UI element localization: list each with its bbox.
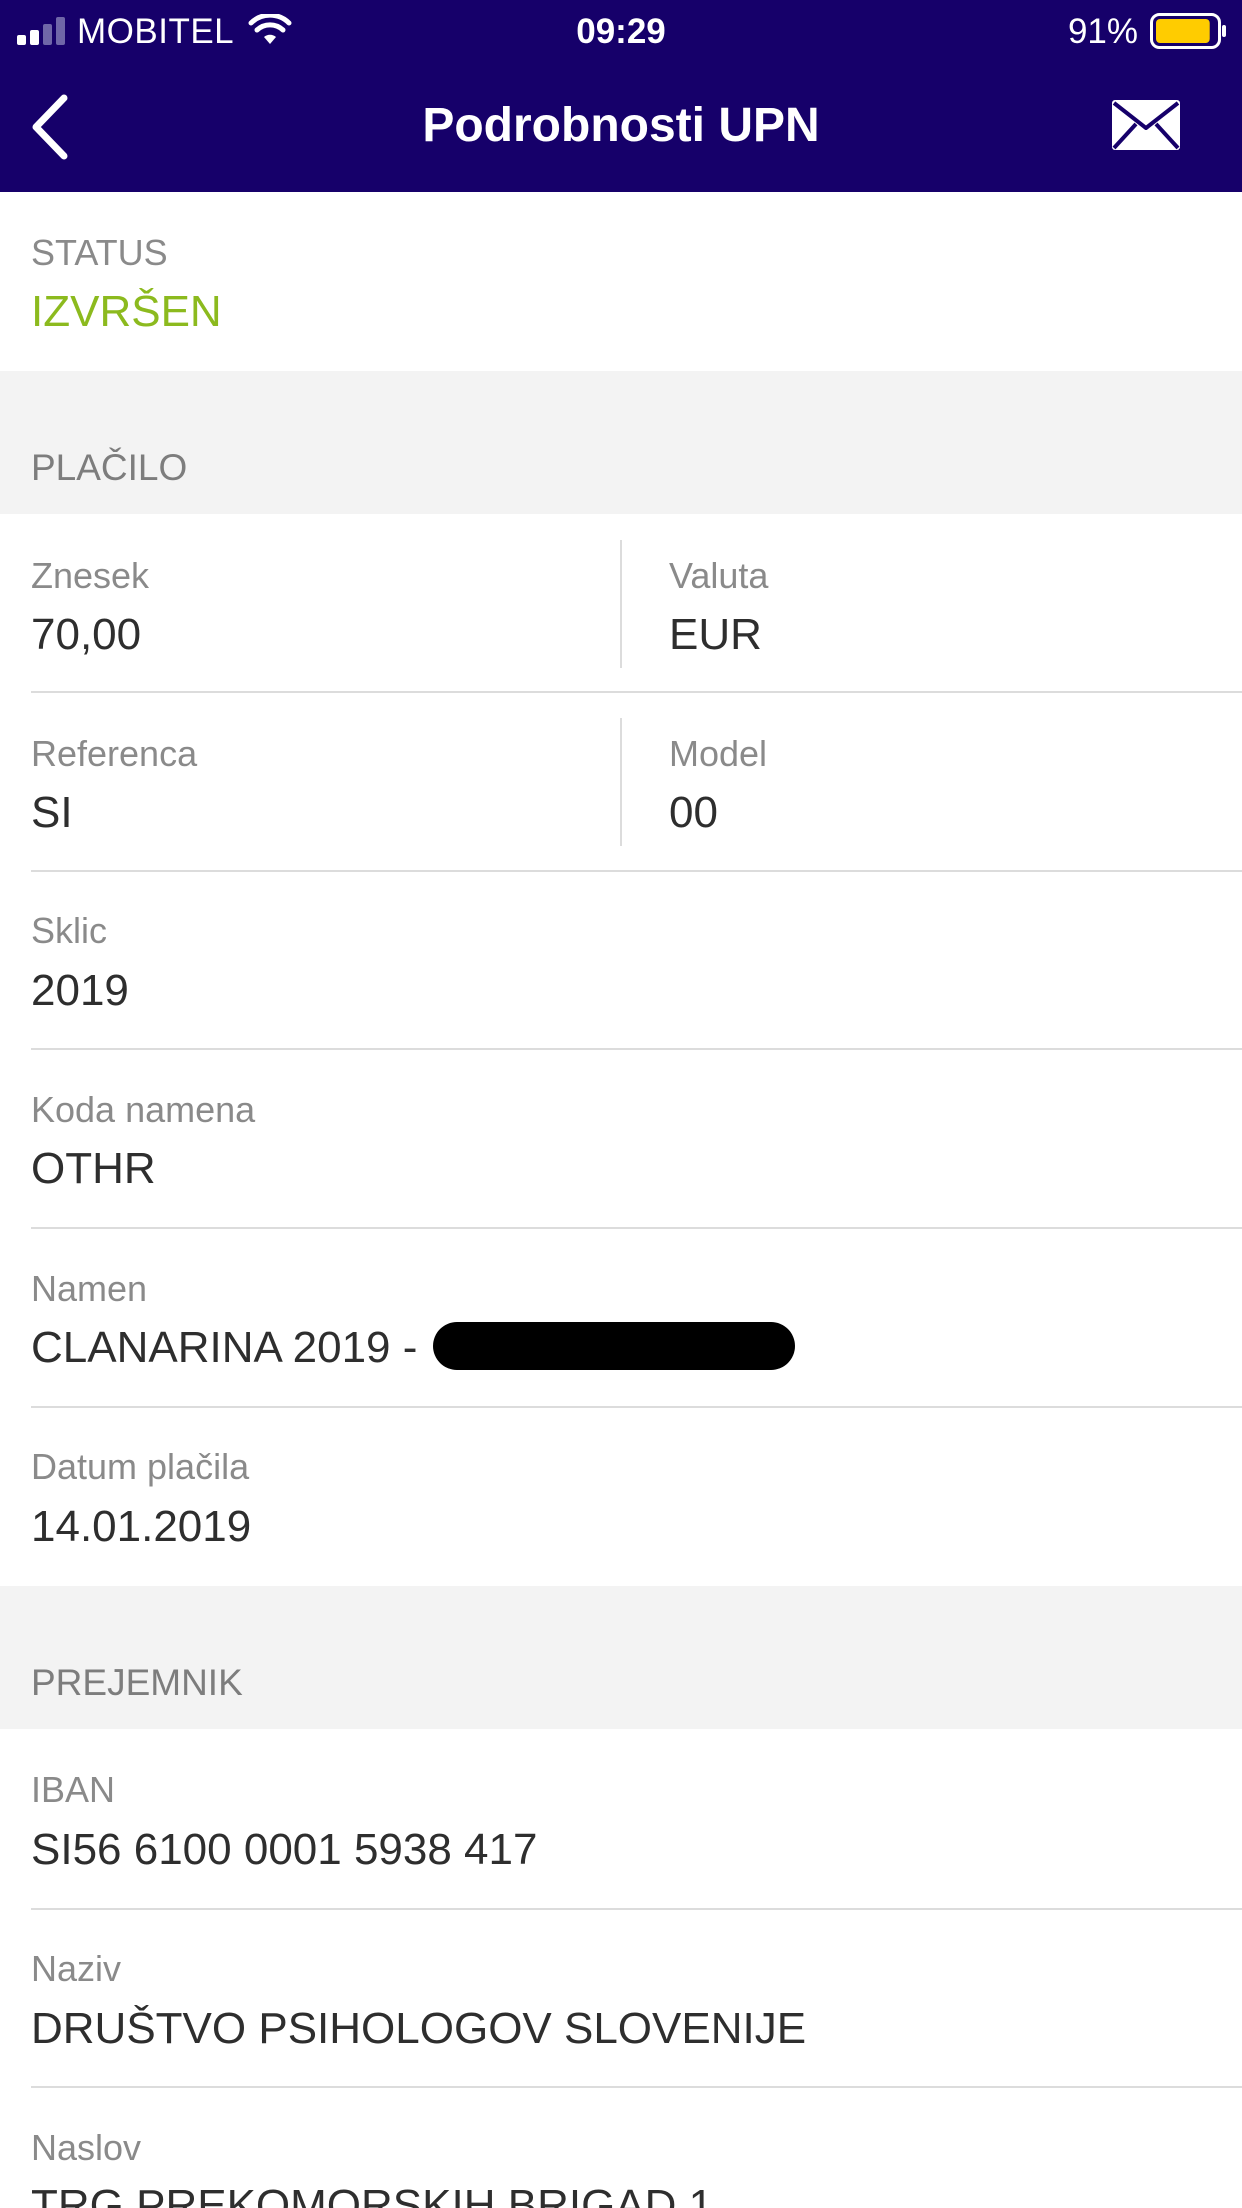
iban-label: IBAN <box>31 1769 116 1810</box>
model-value: 00 <box>669 788 718 837</box>
reference-label: Referenca <box>31 733 198 774</box>
payment-date-value: 14.01.2019 <box>31 1502 252 1551</box>
section-header-payment: PLAČILO <box>0 371 1242 514</box>
model-label: Model <box>669 733 768 774</box>
column-divider <box>620 540 622 668</box>
purpose-value: CLANARINA 2019 - <box>31 1323 418 1372</box>
redaction-bar <box>433 1322 795 1370</box>
upn-details-screen: MOBITEL 09:29 91% Podrobnosti UPN STATUS… <box>0 0 1242 2208</box>
amount-label: Znesek <box>31 555 150 596</box>
row-divider <box>31 870 1242 872</box>
recipient-name-value: DRUŠTVO PSIHOLOGOV SLOVENIJE <box>31 2004 807 2053</box>
page-title: Podrobnosti UPN <box>422 99 820 152</box>
chevron-left-icon[interactable] <box>22 92 92 162</box>
header: MOBITEL 09:29 91% Podrobnosti UPN <box>0 0 1242 192</box>
reference-value: SI <box>31 788 73 837</box>
column-divider <box>620 718 622 846</box>
recipient-name-label: Naziv <box>31 1948 122 1989</box>
purpose-label: Namen <box>31 1268 148 1309</box>
address-value: TRG PREKOMORSKIH BRIGAD 1 <box>31 2181 714 2208</box>
navigation-bar: Podrobnosti UPN <box>0 62 1242 192</box>
row-divider <box>31 1908 1242 1910</box>
envelope-icon[interactable] <box>1112 100 1180 150</box>
section-label: PLAČILO <box>31 447 188 488</box>
status-bar: MOBITEL 09:29 91% <box>0 0 1242 62</box>
status-value: IZVRŠEN <box>31 287 222 336</box>
status-field: STATUS IZVRŠEN <box>0 192 1242 371</box>
row-divider <box>31 1406 1242 1408</box>
currency-value: EUR <box>669 610 762 659</box>
purpose-code-label: Koda namena <box>31 1089 256 1130</box>
status-bar-time: 09:29 <box>576 12 666 51</box>
address-label: Naslov <box>31 2127 142 2168</box>
battery-percentage: 91% <box>1067 12 1138 51</box>
row-divider <box>31 1227 1242 1229</box>
call-number-value: 2019 <box>31 966 129 1015</box>
row-divider <box>31 1048 1242 1050</box>
currency-label: Valuta <box>669 555 769 596</box>
iban-value: SI56 6100 0001 5938 417 <box>31 1825 538 1874</box>
status-label: STATUS <box>31 232 168 273</box>
section-header-recipient: PREJEMNIK <box>0 1586 1242 1729</box>
payment-date-label: Datum plačila <box>31 1446 250 1487</box>
amount-value: 70,00 <box>31 610 142 659</box>
section-label: PREJEMNIK <box>31 1662 243 1703</box>
call-number-label: Sklic <box>31 910 108 951</box>
row-divider <box>31 2086 1242 2088</box>
purpose-code-value: OTHR <box>31 1144 156 1193</box>
row-divider <box>31 691 1242 693</box>
battery-icon <box>1150 13 1226 49</box>
